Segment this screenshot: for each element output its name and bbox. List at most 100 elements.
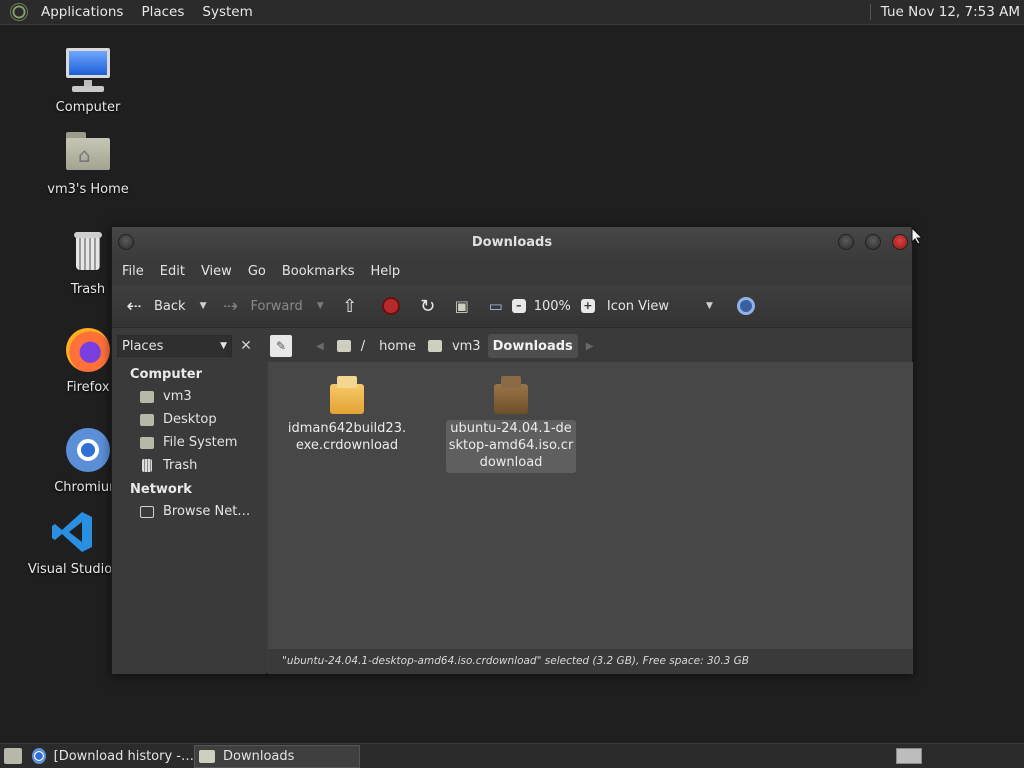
distro-logo-icon[interactable]	[10, 3, 28, 21]
desktop-icon-label: Computer	[55, 100, 121, 115]
toolbar: ⇠ Back ▼ ⇢ Forward ▼ ⇧ ↻ ▣ ▭ – 100% + Ic…	[112, 285, 912, 328]
zoom-out-icon[interactable]: –	[511, 299, 526, 313]
home-icon[interactable]: ▣	[450, 297, 474, 315]
sidebar-item-file-system[interactable]: File System	[112, 431, 266, 454]
search-icon[interactable]	[736, 297, 755, 315]
menu-edit[interactable]: Edit	[152, 264, 193, 279]
clock[interactable]: Tue Nov 12, 7:53 AM	[881, 4, 1024, 20]
menu-view[interactable]: View	[193, 264, 240, 279]
menu-file[interactable]: File	[114, 264, 152, 279]
maximize-button[interactable]	[865, 234, 881, 250]
crumb-vm3[interactable]: vm3	[423, 334, 486, 358]
file-item[interactable]: idman642build23.exe.crdownload	[282, 372, 412, 456]
trash-icon	[142, 459, 152, 472]
sidebar-item-label: Browse Net…	[163, 504, 251, 519]
taskbar-item-label: [Download history -…	[53, 748, 194, 764]
crumb-scroll-left-icon[interactable]: ◀	[308, 341, 332, 352]
location-row: Places ▼ ✕ ✎ ◀ / home vm3 Downloads ▶	[112, 329, 912, 362]
file-name: idman642build23.exe.crdownload	[287, 421, 407, 453]
minimize-button[interactable]	[838, 234, 854, 250]
taskbar: [Download history -… Downloads	[0, 743, 1024, 768]
arrow-left-icon: ⇠	[126, 295, 142, 317]
sidebar-item-browse-network[interactable]: Browse Net…	[112, 500, 266, 523]
drive-icon	[140, 436, 154, 449]
sidebar-item-desktop[interactable]: Desktop	[112, 408, 266, 431]
file-manager-window: Downloads File Edit View Go Bookmarks He…	[111, 226, 913, 674]
show-desktop-icon[interactable]	[4, 748, 22, 764]
vscode-icon	[46, 508, 94, 556]
firefox-icon	[64, 326, 112, 374]
home-folder-icon	[140, 390, 154, 403]
sidebar-item-label: Trash	[163, 458, 198, 473]
menu-help[interactable]: Help	[362, 264, 408, 279]
crumb-label: /	[360, 338, 366, 354]
forward-label: Forward	[250, 298, 303, 314]
menu-go[interactable]: Go	[240, 264, 274, 279]
menubar: File Edit View Go Bookmarks Help	[112, 258, 912, 285]
network-icon	[140, 505, 154, 518]
desktop-icon-computer[interactable]: Computer	[33, 46, 143, 115]
status-bar: "ubuntu-24.04.1-desktop-amd64.iso.crdown…	[268, 649, 913, 674]
places-menu[interactable]: Places	[132, 0, 193, 25]
sidebar-item-vm3[interactable]: vm3	[112, 385, 266, 408]
view-mode-select[interactable]: Icon View ▼	[607, 299, 719, 314]
desktop-icon-label: vm3's Home	[47, 182, 129, 197]
desktop-icon-home[interactable]: ⌂ vm3's Home	[33, 128, 143, 197]
sidebar-item-trash[interactable]: Trash	[112, 454, 266, 477]
sidebar-item-label: File System	[163, 435, 238, 450]
computer-icon[interactable]: ▭	[484, 297, 508, 315]
home-folder-icon	[427, 340, 442, 352]
zoom-level: 100%	[533, 298, 571, 314]
applications-menu[interactable]: Applications	[32, 0, 132, 25]
desktop-icon-label: Visual Studio	[27, 562, 113, 577]
sidebar-heading-network: Network	[130, 482, 192, 497]
home-folder-icon: ⌂	[64, 128, 112, 176]
close-button[interactable]	[892, 234, 908, 250]
reload-icon[interactable]: ↻	[416, 296, 440, 317]
edit-location-icon[interactable]: ✎	[270, 335, 292, 357]
file-item-selected[interactable]: ubuntu-24.04.1-desktop-amd64.iso.crdownl…	[446, 372, 576, 473]
zoom-in-icon[interactable]: +	[580, 299, 595, 313]
system-menu[interactable]: System	[193, 0, 261, 25]
chromium-icon	[32, 748, 46, 764]
back-label: Back	[154, 298, 186, 314]
trash-icon	[64, 228, 112, 276]
crumb-root[interactable]: /	[332, 334, 370, 358]
menu-bookmarks[interactable]: Bookmarks	[274, 264, 363, 279]
arrow-right-icon: ⇢	[222, 295, 239, 317]
window-menu-button[interactable]	[118, 234, 134, 250]
chevron-down-icon: ▼	[220, 341, 227, 351]
mouse-cursor-icon	[911, 226, 924, 249]
taskbar-item-downloads[interactable]: Downloads	[194, 744, 360, 768]
crumb-home[interactable]: home	[374, 334, 421, 358]
back-history-dropdown[interactable]: ▼	[200, 301, 207, 311]
crumb-label: vm3	[451, 338, 481, 354]
places-sidebar: Computer vm3 Desktop File System Trash N…	[112, 362, 266, 674]
sidebar-heading-computer: Computer	[130, 367, 203, 382]
window-titlebar[interactable]: Downloads	[112, 227, 912, 258]
file-icon-view[interactable]: idman642build23.exe.crdownload ubuntu-24…	[268, 362, 913, 649]
crumb-scroll-right-icon[interactable]: ▶	[578, 341, 602, 352]
sidebar-item-label: Desktop	[163, 412, 217, 427]
close-sidebar-icon[interactable]: ✕	[235, 335, 257, 357]
sidebar-mode-select[interactable]: Places ▼	[117, 335, 232, 357]
forward-button[interactable]: ⇢ Forward	[218, 291, 303, 321]
stop-icon[interactable]	[381, 297, 400, 315]
sidebar-item-label: vm3	[163, 389, 192, 404]
chevron-down-icon: ▼	[705, 301, 713, 311]
folder-icon	[199, 749, 215, 763]
taskbar-item-label: Downloads	[223, 748, 295, 764]
desktop-folder-icon	[140, 413, 154, 426]
forward-history-dropdown[interactable]: ▼	[317, 301, 324, 311]
computer-icon	[64, 46, 112, 94]
panel-separator	[869, 4, 871, 20]
crumb-downloads[interactable]: Downloads	[487, 334, 578, 358]
workspace-switcher[interactable]	[896, 748, 922, 764]
crumb-label: Downloads	[492, 338, 573, 354]
desktop-icon-vscode[interactable]: Visual Studio	[15, 508, 125, 577]
back-button[interactable]: ⇠ Back	[122, 291, 186, 321]
up-arrow-icon[interactable]: ⇧	[338, 296, 362, 317]
taskbar-item-chromium[interactable]: [Download history -…	[28, 745, 194, 768]
top-panel: Applications Places System Tue Nov 12, 7…	[0, 0, 1024, 25]
sidebar-mode-value: Places	[122, 338, 164, 354]
